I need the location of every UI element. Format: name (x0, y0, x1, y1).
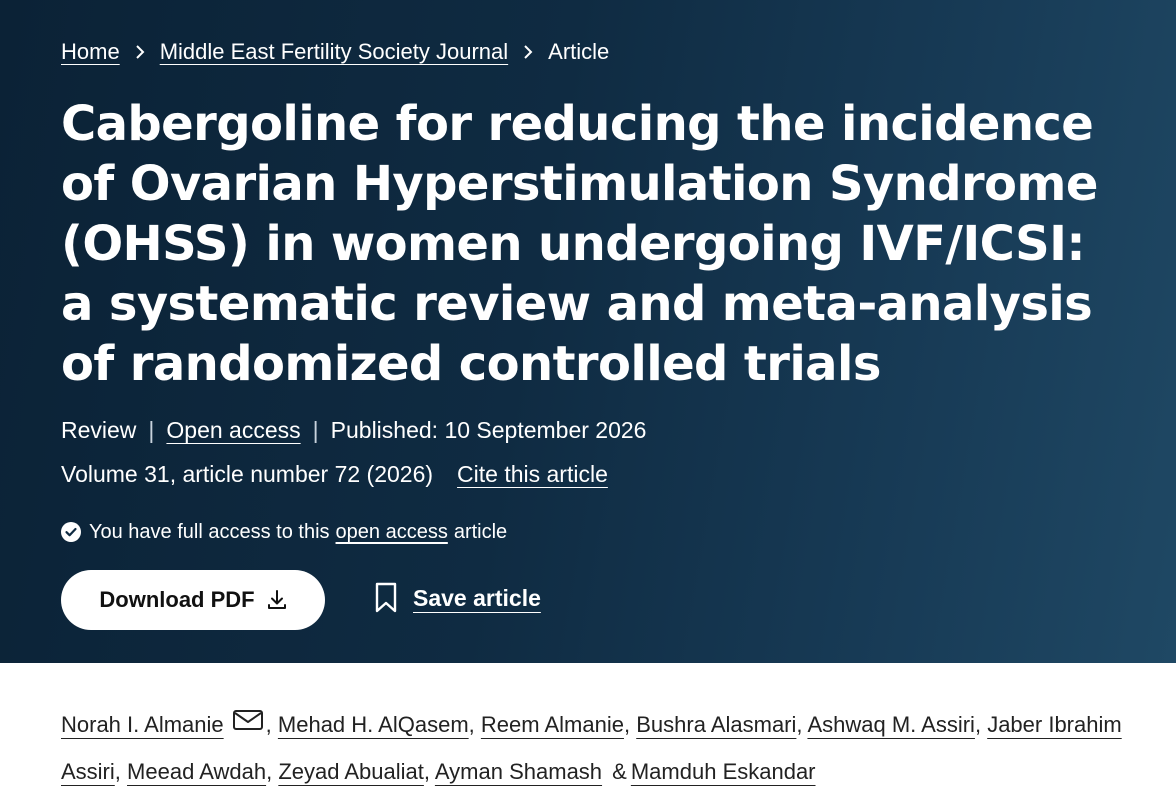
breadcrumb: Home Middle East Fertility Society Journ… (61, 38, 609, 66)
save-article-button[interactable]: Save article (373, 582, 541, 614)
breadcrumb-journal-link[interactable]: Middle East Fertility Society Journal (160, 38, 508, 66)
download-pdf-label: Download PDF (99, 587, 255, 612)
author-joiner: & (612, 759, 627, 784)
cite-this-article-link[interactable]: Cite this article (457, 459, 608, 489)
save-article-label: Save article (413, 584, 541, 611)
open-access-link[interactable]: Open access (166, 415, 300, 445)
author-list: Norah I. Almanie, Mehad H. AlQasem, Reem… (61, 702, 1141, 794)
chevron-right-icon (522, 44, 534, 60)
author-link[interactable]: Mehad H. AlQasem (278, 712, 469, 737)
author-link[interactable]: Ashwaq M. Assiri (807, 712, 975, 737)
bookmark-icon (373, 582, 399, 614)
chevron-right-icon (134, 44, 146, 60)
article-header: Home Middle East Fertility Society Journ… (0, 0, 1176, 663)
article-citation-meta: Volume 31, article number 72 (2026) Cite… (61, 459, 608, 489)
author-link[interactable]: Meead Awdah (127, 759, 266, 784)
check-circle-icon (61, 522, 81, 542)
author-link[interactable]: Zeyad Abualiat (278, 759, 424, 784)
download-icon (267, 589, 287, 611)
article-type: Review (61, 417, 137, 443)
download-pdf-button[interactable]: Download PDF (61, 570, 325, 630)
volume-info: Volume 31, article number 72 (2026) (61, 461, 434, 487)
author-link[interactable]: Mamduh Eskandar (631, 759, 816, 784)
author-link[interactable]: Ayman Shamash (435, 759, 602, 784)
breadcrumb-home-link[interactable]: Home (61, 38, 120, 66)
access-notice: You have full access to this open access… (61, 518, 507, 546)
article-title: Cabergoline for reducing the incidence o… (61, 96, 1098, 392)
access-notice-prefix: You have full access to this (89, 521, 330, 543)
access-notice-link[interactable]: open access (336, 518, 448, 546)
author-link[interactable]: Bushra Alasmari (636, 712, 796, 737)
published-date: Published: 10 September 2026 (330, 417, 647, 443)
mail-icon[interactable] (232, 702, 264, 746)
breadcrumb-current: Article (548, 39, 610, 64)
meta-divider: | (312, 417, 319, 443)
access-notice-suffix: article (453, 521, 508, 543)
meta-divider: | (148, 417, 155, 443)
author-link[interactable]: Reem Almanie (481, 712, 624, 737)
author-link[interactable]: Norah I. Almanie (61, 712, 224, 737)
article-meta: Review | Open access | Published: 10 Sep… (61, 415, 646, 445)
